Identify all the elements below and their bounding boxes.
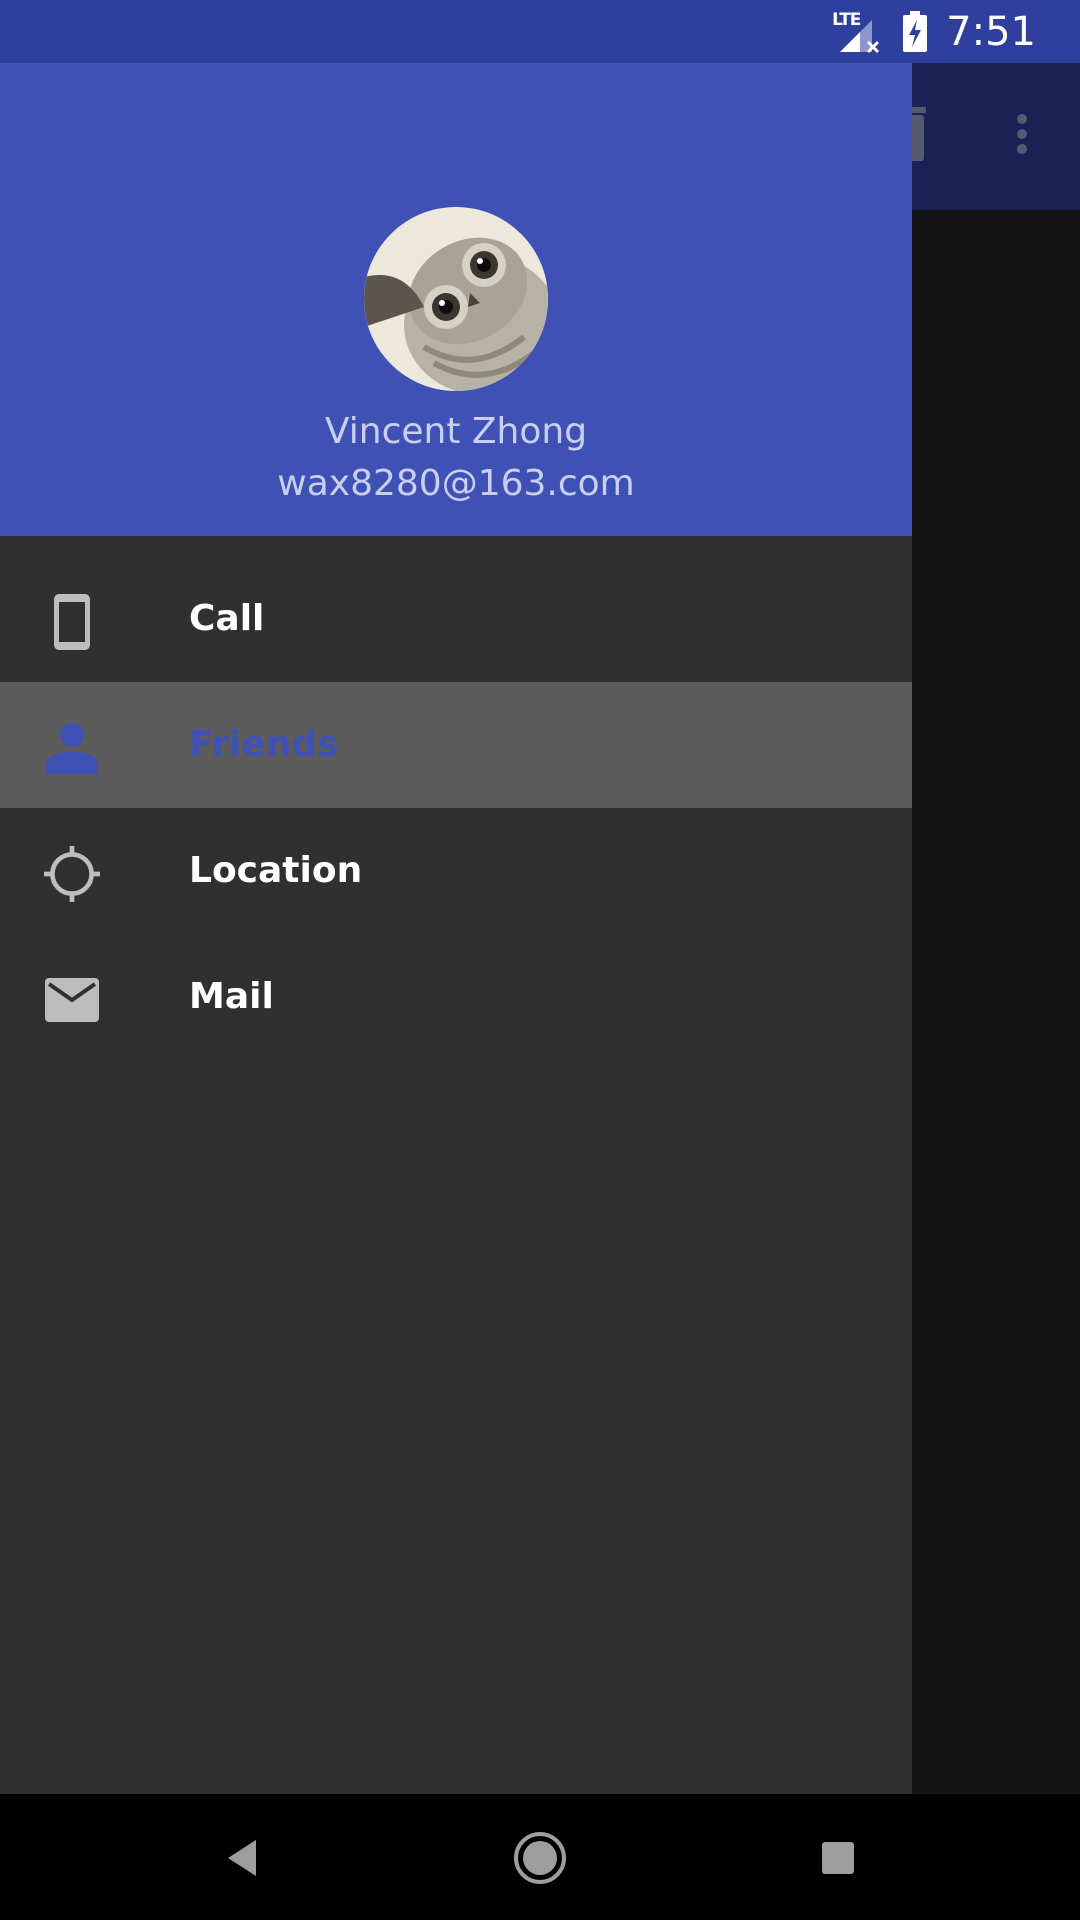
menu-item-location[interactable]: Location: [0, 808, 912, 934]
user-name: Vincent Zhong: [324, 411, 588, 452]
battery-charging-icon: [902, 10, 928, 53]
gps-location-icon: [44, 846, 100, 902]
user-email: wax8280@163.com: [277, 463, 635, 504]
recents-icon[interactable]: [810, 1830, 866, 1886]
status-time: 7:51: [946, 8, 1036, 55]
menu-item-label: Friends: [189, 724, 339, 765]
mail-icon: [44, 972, 100, 1028]
drawer-header: Vincent Zhong wax8280@163.com: [0, 63, 912, 536]
drawer-menu: Call Friends Location Mail: [0, 556, 912, 1060]
menu-item-mail[interactable]: Mail: [0, 934, 912, 1060]
lte-signal-icon: LTE: [832, 10, 884, 54]
home-icon[interactable]: [512, 1830, 568, 1886]
status-bar: LTE 7:51: [0, 0, 1080, 63]
navigation-drawer: Vincent Zhong wax8280@163.com Call Frien…: [0, 63, 912, 1794]
owl-avatar-image: [364, 207, 548, 391]
back-icon[interactable]: [214, 1830, 270, 1886]
menu-item-friends[interactable]: Friends: [0, 682, 912, 808]
avatar[interactable]: [364, 207, 548, 391]
person-icon: [44, 720, 100, 776]
system-navigation-bar: [0, 1794, 1080, 1920]
menu-item-label: Location: [189, 850, 363, 891]
menu-item-label: Mail: [189, 976, 274, 1017]
smartphone-icon: [44, 594, 100, 650]
menu-item-label: Call: [189, 598, 265, 639]
more-options-icon[interactable]: [1006, 111, 1038, 171]
menu-item-call[interactable]: Call: [0, 556, 912, 682]
